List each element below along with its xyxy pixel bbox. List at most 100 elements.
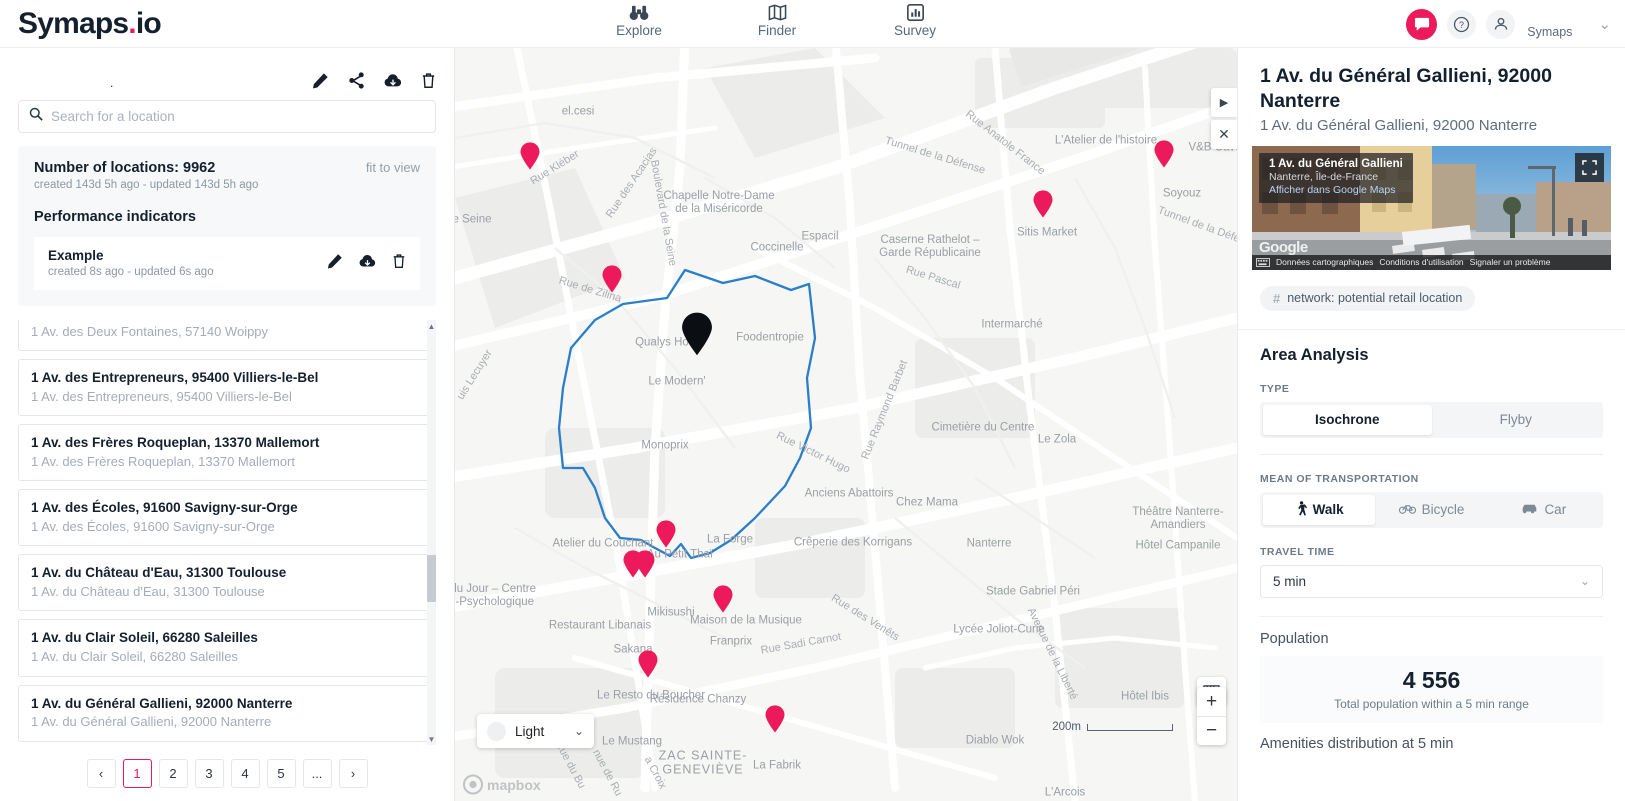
sidebar-tools (312, 72, 436, 94)
tab-flyby[interactable]: Flyby (1432, 405, 1601, 435)
map-label: pital du Jour – Centreédico-Psychologiqu… (455, 582, 536, 608)
nav-item-explore[interactable]: Explore (600, 3, 678, 38)
population-value: 4 556 (1402, 666, 1461, 693)
status-badge[interactable]: # network: potential retail location (1260, 285, 1476, 311)
map-label: Chez Mama (896, 496, 958, 509)
panel-close-button[interactable]: ✕ (1211, 120, 1237, 149)
list-item[interactable]: 1 Av. des Frères Roqueplan, 13370 Mallem… (18, 424, 436, 482)
map-label: La Fabrik (753, 759, 801, 772)
map-pin-selected[interactable] (681, 312, 714, 356)
map-label: Anciens Abattoirs (804, 487, 894, 500)
chevron-down-icon: ⌄ (573, 724, 584, 738)
delete-icon[interactable] (392, 253, 406, 274)
main-nav: Explore Finder Survey (600, 0, 954, 48)
pagination-page-1[interactable]: 1 (122, 758, 152, 788)
map-label: Caserne Rathelot – Garde Républicaine (879, 233, 981, 259)
performance-indicators-title: Performance indicators (34, 209, 196, 225)
pagination-page-...[interactable]: ... (302, 758, 332, 788)
tag-label: network: potential retail location (1287, 291, 1463, 305)
population-heading: Population (1260, 630, 1329, 647)
scroll-thumb[interactable] (427, 555, 436, 602)
map-pin[interactable] (520, 142, 541, 170)
performance-indicator-item[interactable]: Example created 8s ago - updated 6s ago (34, 237, 420, 290)
chat-icon[interactable] (1406, 8, 1438, 40)
map-pin[interactable] (635, 550, 656, 578)
list-item[interactable]: 1 Av. du Clair Soleil, 66280 Saleilles 1 … (18, 619, 436, 677)
map-scale: 200m (1052, 721, 1173, 733)
street-view-google-maps-link[interactable]: Afficher dans Google Maps (1269, 184, 1403, 196)
map-canvas[interactable]: el.cesi Rue Kléber Rue des Acacias Boulevar… (455, 48, 1237, 801)
map-pin[interactable] (765, 705, 786, 733)
edit-icon[interactable] (327, 253, 343, 274)
sv-footer-item-2[interactable]: Signaler un problème (1470, 257, 1551, 267)
pagination-next[interactable]: › (338, 758, 368, 788)
address-list-scrollbar[interactable]: ▲ ▼ (427, 320, 436, 745)
list-item[interactable]: 1 Av. du Général Gallieni, 92000 Nanterr… (18, 684, 436, 742)
list-item-title: 1 Av. des Écoles, 91600 Savigny-sur-Orge (31, 500, 298, 516)
edit-icon[interactable] (312, 72, 329, 94)
map-pin[interactable] (1033, 190, 1054, 218)
nav-item-survey[interactable]: Survey (876, 3, 954, 38)
map-pin[interactable] (638, 650, 659, 678)
type-segmented-control: Isochrone Flyby (1260, 401, 1603, 438)
scale-bar (1087, 723, 1173, 731)
help-icon[interactable]: ? (1447, 9, 1477, 39)
list-item[interactable]: 1 Av. des Écoles, 91600 Savigny-sur-Orge… (18, 489, 436, 547)
list-item-subtitle: 1 Av. des Deux Fontaines, 57140 Woippy (31, 323, 269, 339)
pagination-page-2[interactable]: 2 (158, 758, 188, 788)
search-box[interactable] (18, 100, 436, 133)
map-pin[interactable] (1154, 140, 1175, 168)
app-logo[interactable]: Symaps.io (18, 8, 162, 39)
map-label: Mikisushi (647, 606, 695, 619)
fullscreen-icon[interactable] (1575, 152, 1604, 182)
scroll-up-arrow[interactable]: ▲ (427, 320, 436, 332)
search-input[interactable] (51, 109, 425, 124)
zoom-out-button[interactable]: − (1197, 716, 1226, 745)
tab-isochrone[interactable]: Isochrone (1263, 404, 1432, 435)
street-view-preview[interactable]: 1 Av. du Général Gallieni Nanterre, Île-… (1252, 145, 1611, 270)
pagination-page-3[interactable]: 3 (194, 758, 224, 788)
travel-time-select[interactable]: 5 min ⌄ (1260, 564, 1603, 598)
mapbox-attribution[interactable]: mapbox (463, 774, 551, 795)
map-label: Crêperie des Korrigans (793, 536, 913, 549)
svg-text:mapbox: mapbox (487, 777, 541, 793)
scroll-down-arrow[interactable]: ▼ (427, 733, 436, 745)
map-pin[interactable] (602, 265, 623, 293)
transport-walk[interactable]: Walk (1263, 494, 1376, 525)
pagination-page-4[interactable]: 4 (230, 758, 260, 788)
map-pin[interactable] (713, 585, 734, 613)
dataset-meta: created 143d 5h ago - updated 143d 5h ag… (34, 179, 259, 191)
list-item-title: 1 Av. des Deux Fontaines, 57140 Woippy (31, 320, 423, 322)
list-item[interactable]: 1 Av. des Entrepreneurs, 95400 Villiers-… (18, 359, 436, 417)
zoom-in-button[interactable]: + (1197, 687, 1226, 716)
sv-footer-item-1[interactable]: Conditions d'utilisation (1379, 257, 1463, 267)
pagination-page-5[interactable]: 5 (266, 758, 296, 788)
download-icon[interactable] (359, 254, 376, 273)
person-icon[interactable] (1486, 9, 1516, 39)
transport-car-label: Car (1544, 502, 1567, 517)
delete-icon[interactable] (421, 72, 436, 94)
download-icon[interactable] (384, 73, 402, 93)
user-zone: ? Symaps ⌄ (1406, 0, 1611, 48)
map-style-name: Light (515, 723, 545, 739)
map-label: Nanterre (966, 537, 1012, 550)
sv-footer-item-0[interactable]: Données cartographiques (1276, 257, 1373, 267)
list-item[interactable]: 1 Av. des Deux Fontaines, 57140 Woippy1 … (18, 320, 436, 352)
chevron-down-icon[interactable]: ⌄ (1598, 15, 1611, 33)
transport-car[interactable]: Car (1488, 495, 1600, 525)
map-label: Coccinelle (750, 241, 804, 254)
map-style-selector[interactable]: Light ⌄ (477, 714, 594, 748)
share-icon[interactable] (348, 72, 365, 94)
nav-item-finder[interactable]: Finder (738, 3, 816, 38)
pagination-prev[interactable]: ‹ (86, 758, 116, 788)
list-item[interactable]: 1 Av. du Château d'Eau, 31300 Toulouse 1 … (18, 554, 436, 612)
list-item-title: 1 Av. des Entrepreneurs, 95400 Villiers-… (31, 370, 319, 386)
address-list[interactable]: 1 Av. des Deux Fontaines, 57140 Woippy 1 … (18, 320, 436, 742)
map-pin[interactable] (656, 520, 677, 548)
indicator-meta: created 8s ago - updated 6s ago (48, 266, 214, 278)
panel-expand-button[interactable]: ▶ (1211, 88, 1237, 117)
fit-to-view-button[interactable]: fit to view (366, 160, 420, 175)
map-label: Franprix (709, 635, 753, 648)
transport-bicycle[interactable]: Bicycle (1375, 495, 1487, 525)
map-style-thumbnail (487, 721, 506, 741)
